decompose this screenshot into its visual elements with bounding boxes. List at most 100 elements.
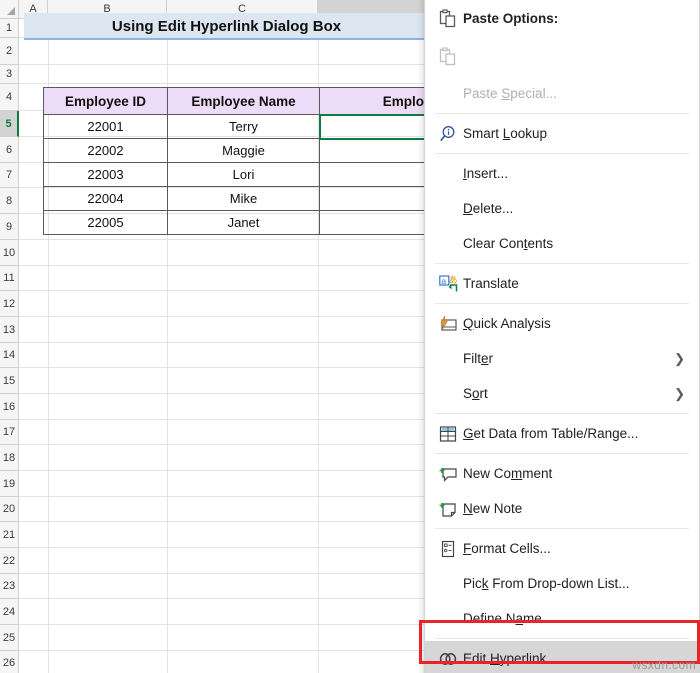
clipboard-icon xyxy=(433,9,463,28)
format-cells-icon xyxy=(433,540,463,558)
row-header-1[interactable]: 1 xyxy=(0,19,19,38)
menu-item-label: Paste Special... xyxy=(463,86,557,101)
menu-item-label: Translate xyxy=(463,276,519,291)
row-header-column: 1 2 3 4 5 6 7 8 9 10 11 12 13 14 15 16 17 18 19 20 21 22 23 24 2… xyxy=(0,19,19,673)
cell-employee-id: 22002 xyxy=(43,138,168,163)
menu-item-smart-lookup[interactable]: Smart Lookup xyxy=(425,116,699,151)
translate-icon: aあ xyxy=(433,275,463,293)
chevron-right-icon: ❯ xyxy=(674,385,685,401)
menu-item-label: Insert... xyxy=(463,166,509,181)
row-header-3[interactable]: 3 xyxy=(0,65,19,84)
menu-item-label: Smart Lookup xyxy=(463,126,548,141)
row-header-23[interactable]: 23 xyxy=(0,574,19,599)
menu-item-translate[interactable]: a あ Translate xyxy=(425,266,699,301)
cell-employee-name: Mike xyxy=(167,186,320,211)
row-header-25[interactable]: 25 xyxy=(0,625,19,651)
smart-lookup-icon xyxy=(433,125,463,143)
menu-item-clear-contents[interactable]: Clear Contents xyxy=(425,226,699,261)
row-header-5[interactable]: 5 xyxy=(0,111,19,137)
cell-context-menu[interactable]: Paste Options: Paste Special... Smart Look… xyxy=(424,0,700,673)
row-header-19[interactable]: 19 xyxy=(0,471,19,497)
menu-item-get-data[interactable]: Get Data from Table/Range... xyxy=(425,416,699,451)
row-header-10[interactable]: 10 xyxy=(0,240,19,266)
menu-item-pick-from-dropdown[interactable]: Pick From Drop-down List... xyxy=(425,566,699,601)
chevron-right-icon: ❯ xyxy=(674,350,685,366)
menu-item-label: Pick From Drop-down List... xyxy=(463,576,630,591)
menu-separator xyxy=(435,528,689,529)
menu-item-define-name[interactable]: Define Name... xyxy=(425,601,699,636)
row-header-17[interactable]: 17 xyxy=(0,420,19,445)
row-header-15[interactable]: 15 xyxy=(0,368,19,394)
menu-item-new-note[interactable]: New Note xyxy=(425,491,699,526)
page-title: Using Edit Hyperlink Dialog Box xyxy=(111,18,342,35)
cell-employee-id: 22005 xyxy=(43,210,168,235)
menu-item-label: Filter xyxy=(463,351,494,366)
row-header-13[interactable]: 13 xyxy=(0,317,19,343)
menu-item-sort[interactable]: Sort ❯ xyxy=(425,376,699,411)
row-header-14[interactable]: 14 xyxy=(0,343,19,368)
table-icon xyxy=(433,425,463,443)
excel-screenshot: ABC 1 2 3 4 5 6 7 8 9 10 11 12 13 14 15 16 17 18 19 20 21 22 2… xyxy=(0,0,700,673)
svg-text:あ: あ xyxy=(448,275,457,285)
row-header-24[interactable]: 24 xyxy=(0,599,19,625)
row-header-4[interactable]: 4 xyxy=(0,84,19,111)
row-header-16[interactable]: 16 xyxy=(0,394,19,420)
row-header-9[interactable]: 9 xyxy=(0,214,19,240)
row-header-26[interactable]: 26 xyxy=(0,651,19,673)
menu-item-label: Delete... xyxy=(463,201,514,216)
th-employee-id: Employee ID xyxy=(43,87,168,115)
menu-item-paste-icon[interactable] xyxy=(425,36,699,76)
menu-item-insert[interactable]: Insert... xyxy=(425,156,699,191)
cell-employee-name: Lori xyxy=(167,162,320,187)
menu-item-format-cells[interactable]: Format Cells... xyxy=(425,531,699,566)
cell-employee-name: Terry xyxy=(167,114,320,139)
watermark: wsxdn.com xyxy=(632,658,696,672)
select-all-corner[interactable] xyxy=(0,0,19,19)
menu-separator xyxy=(435,303,689,304)
clipboard-paste-icon[interactable] xyxy=(433,46,463,66)
menu-separator xyxy=(435,638,689,639)
menu-item-label: Define Name... xyxy=(463,611,554,626)
menu-item-paste-options: Paste Options: xyxy=(425,1,699,36)
svg-text:a: a xyxy=(441,276,446,286)
menu-item-label: Format Cells... xyxy=(463,541,551,556)
row-header-12[interactable]: 12 xyxy=(0,291,19,317)
menu-separator xyxy=(435,263,689,264)
menu-item-label: Quick Analysis xyxy=(463,316,551,331)
menu-item-label: Get Data from Table/Range... xyxy=(463,426,639,441)
menu-item-label: Paste Options: xyxy=(463,11,559,26)
select-all-triangle-icon xyxy=(7,7,15,15)
row-header-7[interactable]: 7 xyxy=(0,163,19,188)
link-icon xyxy=(433,651,463,667)
row-header-20[interactable]: 20 xyxy=(0,497,19,522)
menu-item-filter[interactable]: Filter ❯ xyxy=(425,341,699,376)
cell-employee-name: Maggie xyxy=(167,138,320,163)
cell-employee-id: 22001 xyxy=(43,114,168,139)
row-header-11[interactable]: 11 xyxy=(0,266,19,291)
new-note-icon xyxy=(433,500,463,518)
menu-item-label: Sort xyxy=(463,386,488,401)
menu-separator xyxy=(435,413,689,414)
menu-item-quick-analysis[interactable]: Quick Analysis xyxy=(425,306,699,341)
th-employee-name: Employee Name xyxy=(167,87,320,115)
quick-analysis-icon xyxy=(433,315,463,333)
row-header-22[interactable]: 22 xyxy=(0,548,19,574)
menu-item-paste-special: Paste Special... xyxy=(425,76,699,111)
menu-item-new-comment[interactable]: New Comment xyxy=(425,456,699,491)
new-comment-icon xyxy=(433,465,463,483)
cell-employee-id: 22003 xyxy=(43,162,168,187)
menu-item-label: Clear Contents xyxy=(463,236,554,251)
cell-employee-name: Janet xyxy=(167,210,320,235)
row-header-6[interactable]: 6 xyxy=(0,137,19,163)
menu-separator xyxy=(435,453,689,454)
menu-item-delete[interactable]: Delete... xyxy=(425,191,699,226)
row-header-8[interactable]: 8 xyxy=(0,188,19,214)
row-header-18[interactable]: 18 xyxy=(0,445,19,471)
row-header-21[interactable]: 21 xyxy=(0,522,19,548)
menu-item-label: New Note xyxy=(463,501,523,516)
cell-employee-id: 22004 xyxy=(43,186,168,211)
menu-item-label: New Comment xyxy=(463,466,553,481)
menu-separator xyxy=(435,113,689,114)
row-header-2[interactable]: 2 xyxy=(0,38,19,65)
menu-separator xyxy=(435,153,689,154)
